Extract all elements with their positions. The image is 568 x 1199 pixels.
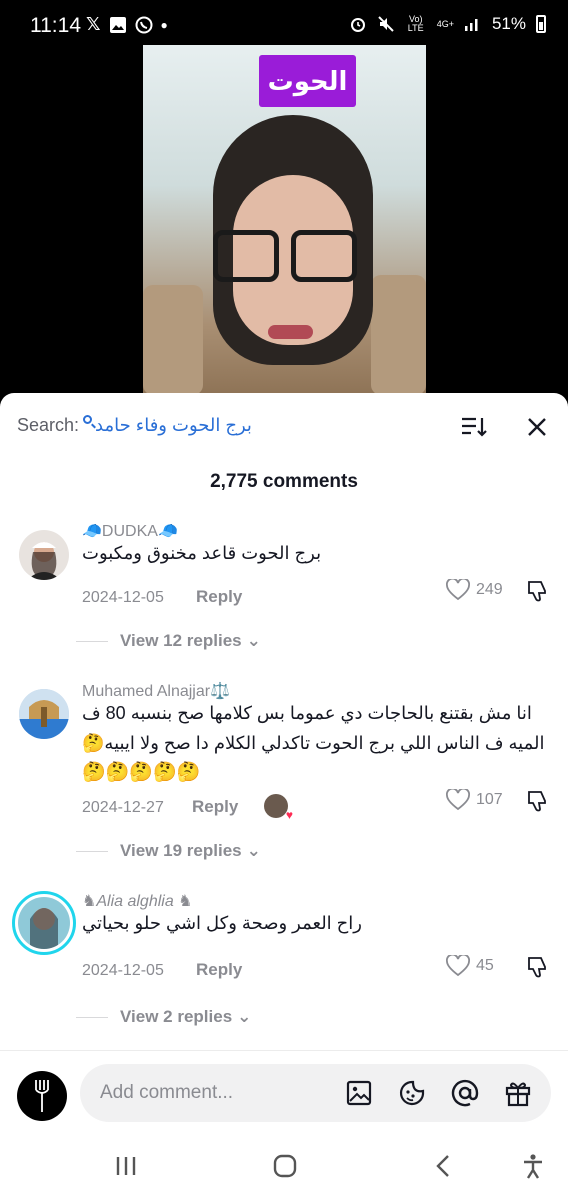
- heart-icon: [446, 579, 470, 601]
- search-query-link[interactable]: برج الحوت وفاء حامد: [95, 415, 252, 436]
- volte-indicator: Vo) LTE: [407, 14, 424, 33]
- comment-text: راح العمر وصحة وكل اشي حلو بحياتي: [82, 913, 362, 933]
- signal-icon: [464, 19, 478, 31]
- close-icon[interactable]: [525, 415, 549, 439]
- avatar[interactable]: [19, 530, 69, 580]
- chevron-down-icon: ⌄: [246, 841, 261, 860]
- comment-text: برج الحوت قاعد مخنوق ومكبوت: [82, 543, 322, 563]
- comment-item: ♞Alia alghlia ♞ راح العمر وصحة وكل اشي ح…: [0, 891, 568, 1033]
- alarm-icon: [350, 18, 365, 32]
- home-icon[interactable]: [271, 1152, 299, 1180]
- battery-percent: 51%: [491, 14, 526, 33]
- mention-icon[interactable]: [451, 1079, 479, 1107]
- search-label: Search:: [17, 415, 80, 435]
- system-nav-bar: [0, 1136, 568, 1199]
- gift-icon[interactable]: [504, 1079, 532, 1107]
- sort-icon[interactable]: [460, 415, 488, 439]
- chevron-down-icon: ⌄: [237, 1007, 252, 1026]
- chevron-down-icon: ⌄: [246, 631, 261, 650]
- search-icon: [83, 415, 93, 424]
- comment-date: 2024-12-05: [82, 962, 164, 979]
- back-icon[interactable]: [430, 1152, 458, 1180]
- comment-text-line: الميه ف الناس اللي برج الحوت تاكدلي الكل…: [82, 733, 545, 753]
- my-avatar[interactable]: [17, 1071, 67, 1121]
- x-icon: 𝕏: [86, 14, 101, 34]
- dot-icon: ●: [160, 17, 168, 32]
- like-count: 107: [476, 791, 503, 808]
- reply-button[interactable]: Reply: [196, 960, 242, 980]
- comment-input-placeholder: Add comment...: [100, 1082, 234, 1103]
- comment-item: Muhamed Alnajjar⚖️ انا مش بقتنع بالحاجات…: [0, 683, 568, 873]
- status-time: 11:14: [30, 14, 81, 37]
- fork-icon: [35, 1080, 49, 1112]
- heart-icon: [446, 789, 470, 811]
- comment-date: 2024-12-27: [82, 799, 164, 816]
- like-button[interactable]: 249: [446, 579, 503, 601]
- like-count: 45: [476, 957, 494, 974]
- video-person-mouth: [268, 325, 313, 339]
- status-right-icons: Vo) LTE 4G+ 51%: [349, 14, 546, 34]
- view-replies-button[interactable]: View 12 replies ⌄: [76, 631, 261, 651]
- mute-icon: [377, 16, 394, 32]
- comment-item: 🧢DUDKA🧢 برج الحوت قاعد مخنوق ومكبوت 2024…: [0, 523, 568, 663]
- creator-liked-avatar: [264, 794, 293, 822]
- divider: [76, 850, 108, 852]
- accessibility-icon[interactable]: [519, 1152, 547, 1180]
- like-count: 249: [476, 581, 503, 598]
- network-indicator: 4G+: [436, 18, 454, 29]
- avatar[interactable]: [19, 689, 69, 739]
- comment-input[interactable]: Add comment...: [80, 1064, 551, 1122]
- status-left-icons: 𝕏 ●: [86, 14, 168, 35]
- comment-text-line: انا مش بقتنع بالحاجات دي عموما بس كلامها…: [82, 703, 532, 723]
- reply-button[interactable]: Reply: [192, 797, 238, 817]
- view-replies-button[interactable]: View 2 replies ⌄: [76, 1007, 251, 1027]
- like-button[interactable]: 45: [446, 955, 494, 977]
- comment-date: 2024-12-05: [82, 589, 164, 606]
- video-person-glasses: [213, 230, 363, 285]
- sticker-icon[interactable]: [398, 1079, 426, 1107]
- video-text-overlay: الحوت: [259, 55, 356, 107]
- dislike-icon[interactable]: [526, 955, 550, 979]
- dislike-icon[interactable]: [526, 789, 550, 813]
- recent-apps-icon[interactable]: [112, 1152, 140, 1180]
- like-button[interactable]: 107: [446, 789, 503, 811]
- battery-icon: [536, 15, 546, 33]
- whatsapp-icon: [135, 16, 153, 33]
- divider: [76, 640, 108, 642]
- comment-text: انا مش بقتنع بالحاجات دي عموما بس كلامها…: [82, 698, 552, 788]
- avatar[interactable]: [12, 891, 76, 955]
- reply-button[interactable]: Reply: [196, 587, 242, 607]
- image-icon[interactable]: [345, 1079, 373, 1107]
- video-sofa-right: [371, 275, 426, 395]
- search-row[interactable]: Search: برج الحوت وفاء حامد: [17, 415, 252, 436]
- comment-count: 2,775 comments: [210, 471, 358, 492]
- divider: [76, 1016, 108, 1018]
- comment-input-bar: Add comment...: [0, 1050, 568, 1136]
- comment-text-line: 🤔🤔🤔🤔🤔: [82, 762, 201, 783]
- view-replies-button[interactable]: View 19 replies ⌄: [76, 841, 261, 861]
- dislike-icon[interactable]: [526, 579, 550, 603]
- gallery-icon: [109, 16, 126, 33]
- heart-icon: [446, 955, 470, 977]
- video-sofa-left: [143, 285, 203, 395]
